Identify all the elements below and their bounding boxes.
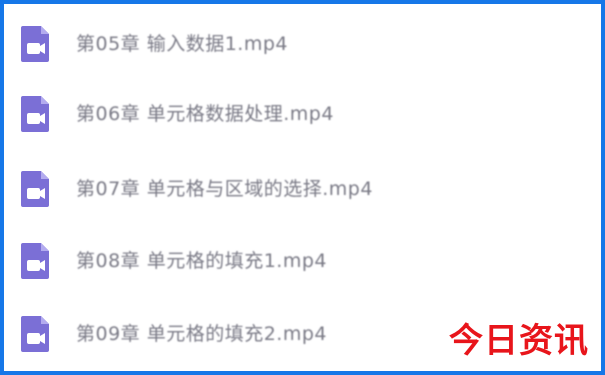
file-name: 第06章 单元格数据处理.mp4: [76, 103, 334, 125]
file-item[interactable]: 第05章 输入数据1.mp4: [4, 16, 601, 72]
file-name: 第05章 输入数据1.mp4: [76, 33, 289, 55]
video-file-icon: [21, 171, 49, 207]
video-file-icon: [21, 96, 49, 132]
watermark-logo: 今日资讯: [449, 321, 589, 361]
file-name: 第07章 单元格与区域的选择.mp4: [76, 178, 373, 200]
file-name: 第08章 单元格的填充1.mp4: [76, 250, 328, 272]
video-file-icon: [21, 243, 49, 279]
file-list: 第05章 输入数据1.mp4 第06章 单元格数据处理.mp4 第07章 单元格…: [4, 4, 601, 371]
file-item[interactable]: 第08章 单元格的填充1.mp4: [4, 233, 601, 289]
video-file-icon: [21, 316, 49, 352]
file-item[interactable]: 第07章 单元格与区域的选择.mp4: [4, 161, 601, 217]
file-name: 第09章 单元格的填充2.mp4: [76, 323, 328, 345]
video-file-icon: [21, 26, 49, 62]
file-item[interactable]: 第06章 单元格数据处理.mp4: [4, 86, 601, 142]
screenshot-frame: 第05章 输入数据1.mp4 第06章 单元格数据处理.mp4 第07章 单元格…: [0, 0, 605, 375]
